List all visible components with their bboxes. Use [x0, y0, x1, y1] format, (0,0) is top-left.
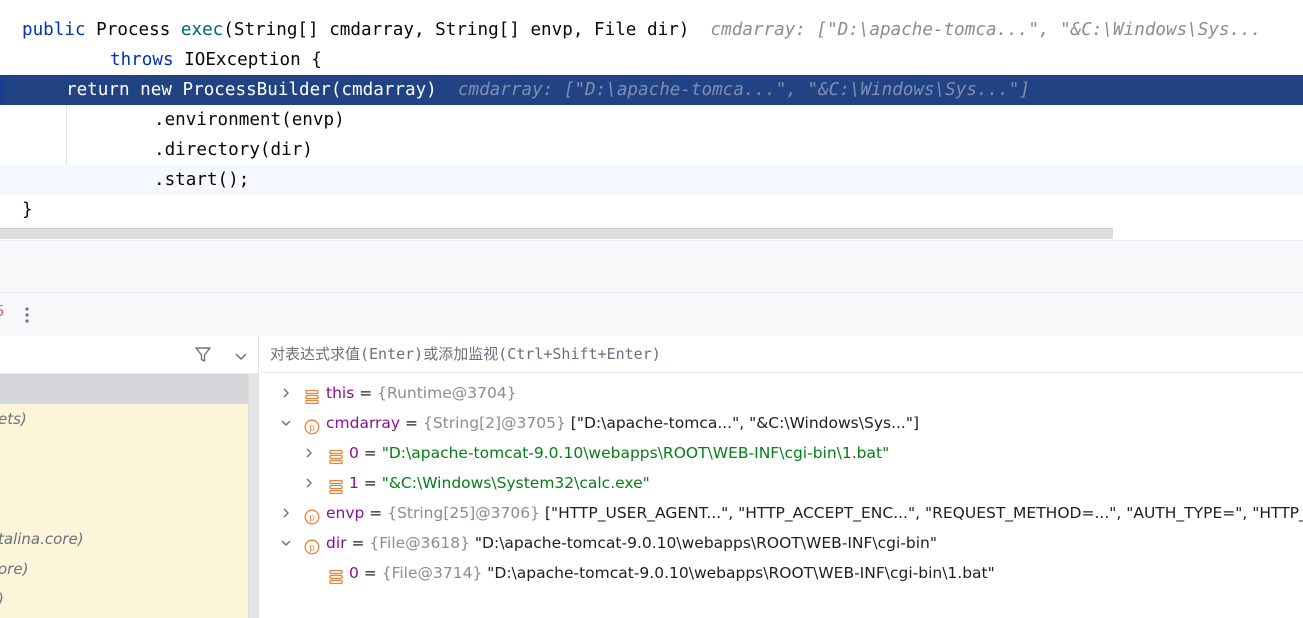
chevron-right-icon[interactable] — [302, 438, 316, 468]
frame-label: ets) — [0, 410, 27, 428]
variable-name: dir — [326, 534, 347, 552]
variable-value: ["D:\apache-tomca...", "&C:\Windows\Sys.… — [565, 414, 920, 432]
variable-row[interactable]: this = {Runtime@3704} — [259, 378, 1303, 408]
svg-text:p: p — [309, 514, 315, 524]
equals-sign: = — [354, 384, 378, 402]
chevron-right-icon[interactable] — [302, 468, 316, 498]
code-line-2[interactable]: throws IOException { — [0, 45, 1303, 75]
equals-sign: = — [346, 534, 370, 552]
code-line-4[interactable]: .environment(envp) — [0, 105, 1303, 135]
variable-name: 1 — [349, 474, 359, 492]
object-icon — [328, 445, 344, 465]
code-line-6[interactable]: .start(); — [0, 165, 1303, 195]
frames-panel: ets) talina.core) ore) ) — [0, 336, 259, 618]
code-text: .start(); — [154, 170, 250, 190]
variable-row[interactable]: p dir = {File@3618} "D:\apache-tomcat-9.… — [259, 528, 1303, 558]
equals-sign: = — [364, 504, 388, 522]
keyword-throws: throws — [110, 50, 174, 70]
evaluate-expression-input[interactable]: 对表达式求值(Enter)或添加监视(Ctrl+Shift+Enter) — [259, 336, 1303, 373]
code-line-1[interactable]: public Process exec(String[] cmdarray, S… — [0, 15, 1303, 45]
debug-toolbar: 5 — [0, 292, 1303, 338]
variable-name: 0 — [349, 564, 359, 582]
inline-value-hint: cmdarray: ["D:\apache-tomca...", "&C:\Wi… — [710, 20, 1262, 40]
horizontal-scrollbar[interactable] — [0, 228, 1113, 239]
frame-item[interactable] — [0, 494, 248, 524]
variable-row[interactable]: 0 = "D:\apache-tomcat-9.0.10\webapps\ROO… — [259, 438, 1303, 468]
variable-value: "D:\apache-tomcat-9.0.10\webapps\ROOT\WE… — [482, 564, 995, 582]
keyword-new: new — [140, 80, 172, 100]
current-execution-line[interactable]: return new ProcessBuilder(cmdarray) cmda… — [0, 75, 1303, 105]
parameter-icon: p — [304, 505, 320, 525]
svg-text:p: p — [309, 424, 315, 434]
inline-value-hint: cmdarray: ["D:\apache-tomca...", "&C:\Wi… — [457, 80, 1030, 100]
frame-item[interactable] — [0, 434, 248, 464]
variable-type: {String[2]@3705} — [422, 414, 566, 432]
frame-item[interactable]: ) — [0, 584, 248, 614]
variable-value: "D:\apache-tomcat-9.0.10\webapps\ROOT\WE… — [381, 444, 890, 462]
type-process: Process — [96, 20, 171, 40]
exception-type: IOException { — [184, 50, 322, 70]
variables-panel: 对表达式求值(Enter)或添加监视(Ctrl+Shift+Enter) thi… — [259, 336, 1303, 618]
object-icon — [328, 565, 344, 585]
chevron-down-icon[interactable] — [279, 528, 293, 558]
equals-sign: = — [358, 444, 382, 462]
variable-value: "&C:\Windows\System32\calc.exe" — [381, 474, 650, 492]
variable-type: {File@3618} — [369, 534, 470, 552]
filter-icon[interactable] — [193, 345, 213, 365]
frame-item[interactable]: talina.core) — [0, 524, 248, 554]
selected-frame[interactable] — [0, 374, 248, 404]
code-text: } — [22, 200, 33, 220]
variable-name: this — [326, 384, 355, 402]
object-icon — [328, 475, 344, 495]
method-exec: exec — [180, 20, 224, 40]
variable-row[interactable]: 1 = "&C:\Windows\System32\calc.exe" — [259, 468, 1303, 498]
variable-value: "D:\apache-tomcat-9.0.10\webapps\ROOT\WE… — [469, 534, 937, 552]
code-text: .directory(dir) — [154, 140, 313, 160]
code-editor[interactable]: public Process exec(String[] cmdarray, S… — [0, 0, 1303, 240]
equals-sign: = — [358, 474, 382, 492]
frame-item[interactable]: ore) — [0, 554, 248, 584]
method-params: (String[] cmdarray, String[] envp, File … — [223, 20, 690, 40]
editor-divider — [0, 240, 1303, 293]
svg-text:p: p — [309, 544, 315, 554]
variable-name: envp — [326, 504, 365, 522]
variable-name: cmdarray — [326, 414, 401, 432]
frame-item[interactable] — [0, 464, 248, 494]
frame-label: ) — [0, 584, 4, 614]
frame-label: talina.core) — [0, 530, 84, 548]
more-vertical-icon[interactable] — [18, 304, 36, 326]
chevron-right-icon[interactable] — [279, 378, 293, 408]
variable-row[interactable]: p cmdarray = {String[2]@3705} ["D:\apach… — [259, 408, 1303, 438]
keyword-public: public — [22, 20, 86, 40]
frames-list: ets) talina.core) ore) ) — [0, 374, 248, 618]
chevron-right-icon[interactable] — [279, 498, 293, 528]
variable-name: 0 — [349, 444, 359, 462]
frame-item[interactable]: ets) — [0, 404, 248, 434]
equals-sign: = — [358, 564, 382, 582]
code-line-5[interactable]: .directory(dir) — [0, 135, 1303, 165]
frames-filter-bar — [0, 336, 258, 374]
variable-type: {File@3714} — [381, 564, 483, 582]
object-icon — [304, 385, 320, 405]
frame-label: ore) — [0, 560, 29, 578]
frames-scrollbar[interactable] — [248, 374, 258, 618]
variable-row[interactable]: 0 = {File@3714} "D:\apache-tomcat-9.0.10… — [259, 558, 1303, 588]
variable-value: ["HTTP_USER_AGENT...", "HTTP_ACCEPT_ENC.… — [539, 504, 1303, 522]
code-expression: ProcessBuilder(cmdarray) — [182, 80, 437, 100]
chevron-down-icon[interactable] — [279, 408, 293, 438]
variable-type: {String[25]@3706} — [387, 504, 540, 522]
equals-sign: = — [400, 414, 423, 432]
code-text: .environment(envp) — [154, 110, 345, 130]
parameter-icon: p — [304, 535, 320, 555]
chevron-down-icon[interactable] — [232, 347, 250, 365]
keyword-return: return — [66, 80, 130, 100]
toolbar-fragment: 5 — [0, 303, 4, 321]
variable-row[interactable]: p envp = {String[25]@3706} ["HTTP_USER_A… — [259, 498, 1303, 528]
variable-type: {Runtime@3704} — [377, 384, 517, 402]
parameter-icon: p — [304, 415, 320, 435]
code-line-7[interactable]: } — [0, 195, 1303, 225]
